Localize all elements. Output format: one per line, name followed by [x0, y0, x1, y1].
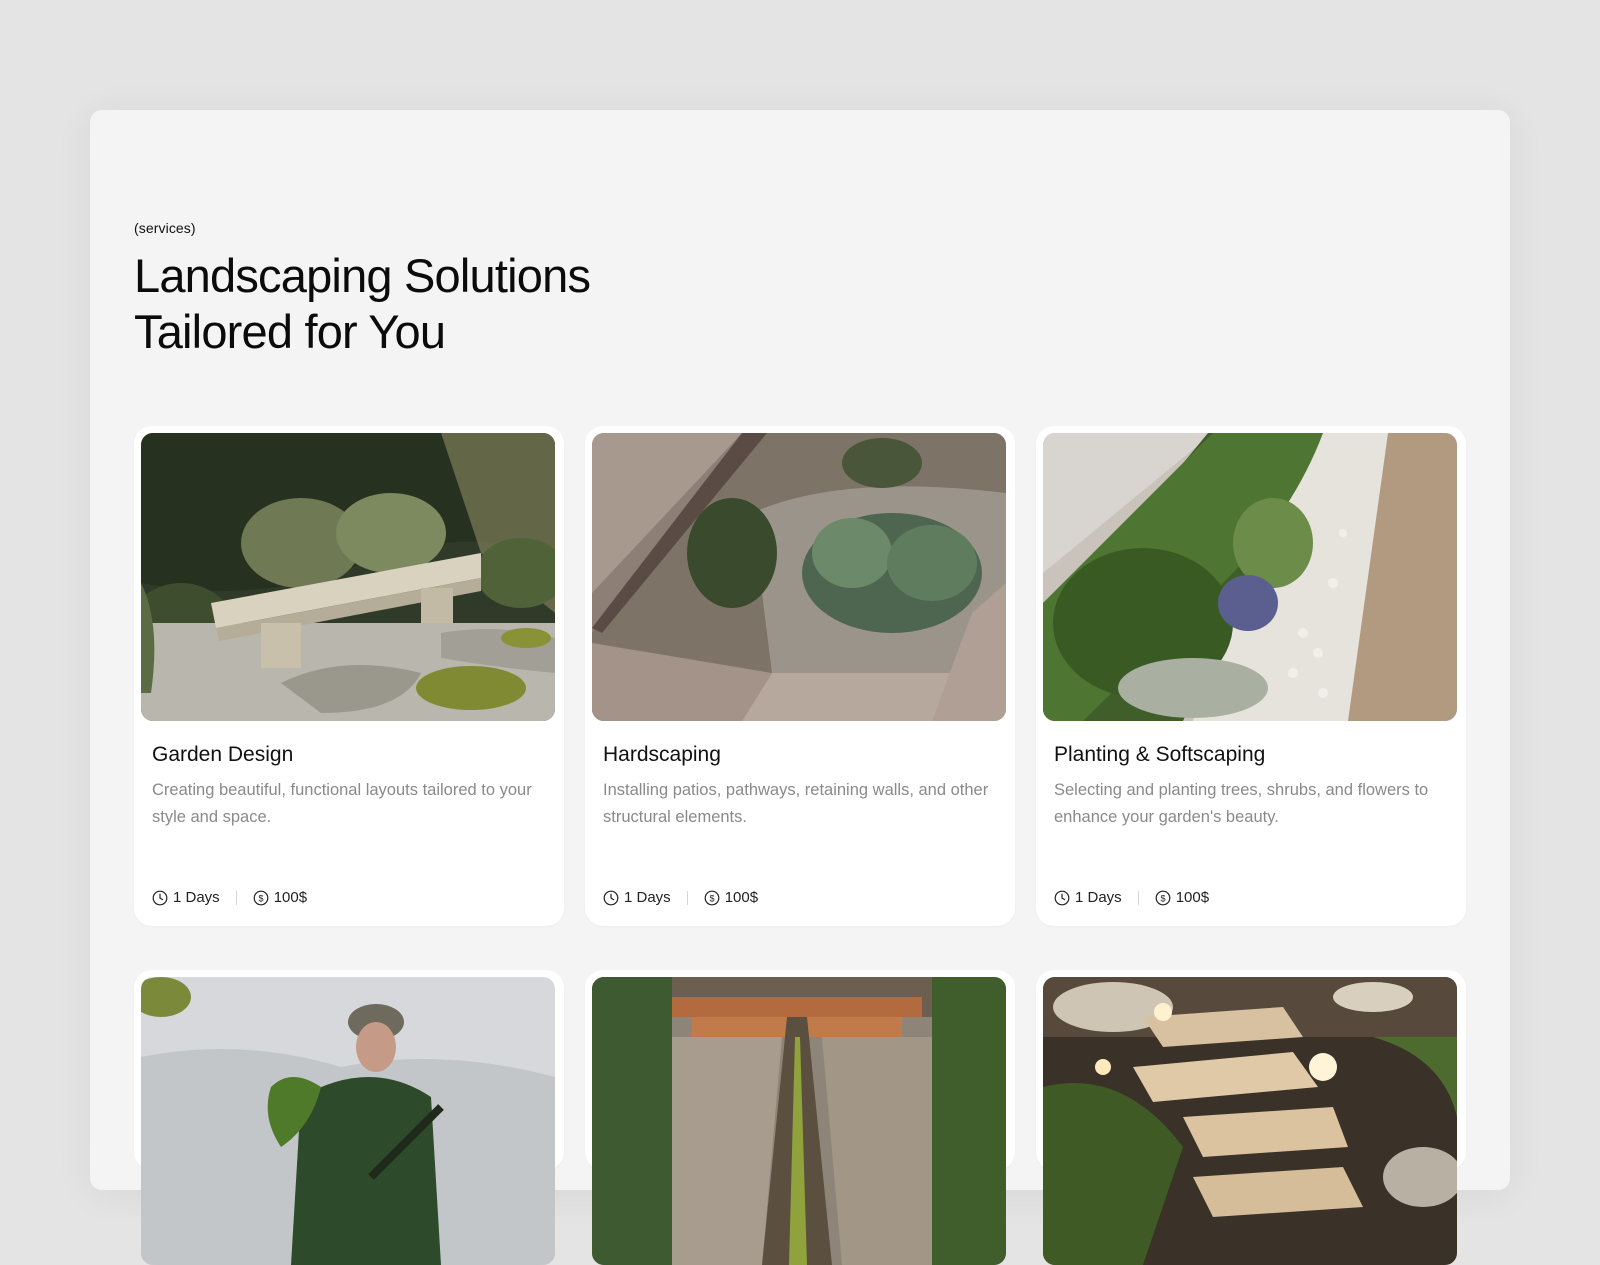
- service-meta: 1 Days $ 100$: [603, 889, 758, 906]
- service-card-garden-design[interactable]: Garden Design Creating beautiful, functi…: [134, 426, 564, 926]
- service-image: [1043, 433, 1457, 721]
- svg-text:$: $: [1160, 893, 1165, 903]
- heading-line-2: Tailored for You: [134, 305, 446, 358]
- service-card-planting[interactable]: Planting & Softscaping Selecting and pla…: [1036, 426, 1466, 926]
- service-description: Installing patios, pathways, retaining w…: [603, 781, 989, 826]
- dollar-coin-icon: $: [704, 890, 720, 905]
- services-section: (services) Landscaping Solutions Tailore…: [90, 110, 1510, 1265]
- service-image: [592, 977, 1006, 1265]
- section-eyebrow: (services): [134, 220, 196, 236]
- service-card-4[interactable]: [134, 970, 564, 1265]
- svg-text:$: $: [709, 893, 714, 903]
- service-card-5[interactable]: [585, 970, 1015, 1265]
- service-title: Hardscaping: [603, 743, 721, 766]
- service-description: Selecting and planting trees, shrubs, an…: [1054, 781, 1429, 826]
- service-meta: 1 Days $ 100$: [152, 889, 307, 906]
- clock-icon: [1054, 890, 1070, 905]
- meta-divider: [1137, 890, 1139, 905]
- dollar-coin-icon: $: [253, 890, 269, 905]
- meta-divider: [686, 890, 688, 905]
- service-duration: 1 Days: [624, 889, 671, 906]
- service-price: 100$: [724, 889, 759, 906]
- service-duration: 1 Days: [173, 889, 220, 906]
- services-grid: Garden Design Creating beautiful, functi…: [134, 426, 1466, 1265]
- heading-line-1: Landscaping Solutions: [134, 249, 591, 302]
- service-price: 100$: [273, 889, 308, 906]
- service-meta: 1 Days $ 100$: [1054, 889, 1209, 906]
- clock-icon: [152, 890, 168, 905]
- service-card-6[interactable]: [1036, 970, 1466, 1265]
- meta-divider: [235, 890, 237, 905]
- service-image: [141, 433, 555, 721]
- service-description: Creating beautiful, functional layouts t…: [152, 781, 532, 826]
- service-title: Planting & Softscaping: [1054, 743, 1266, 766]
- svg-text:$: $: [258, 893, 263, 903]
- service-title: Garden Design: [152, 743, 294, 766]
- service-image: [141, 977, 555, 1265]
- section-heading: Landscaping Solutions Tailored for You: [134, 248, 734, 360]
- service-image: [1043, 977, 1457, 1265]
- clock-icon: [603, 890, 619, 905]
- dollar-coin-icon: $: [1155, 890, 1171, 905]
- service-duration: 1 Days: [1075, 889, 1122, 906]
- service-card-hardscaping[interactable]: Hardscaping Installing patios, pathways,…: [585, 426, 1015, 926]
- service-image: [592, 433, 1006, 721]
- service-price: 100$: [1175, 889, 1210, 906]
